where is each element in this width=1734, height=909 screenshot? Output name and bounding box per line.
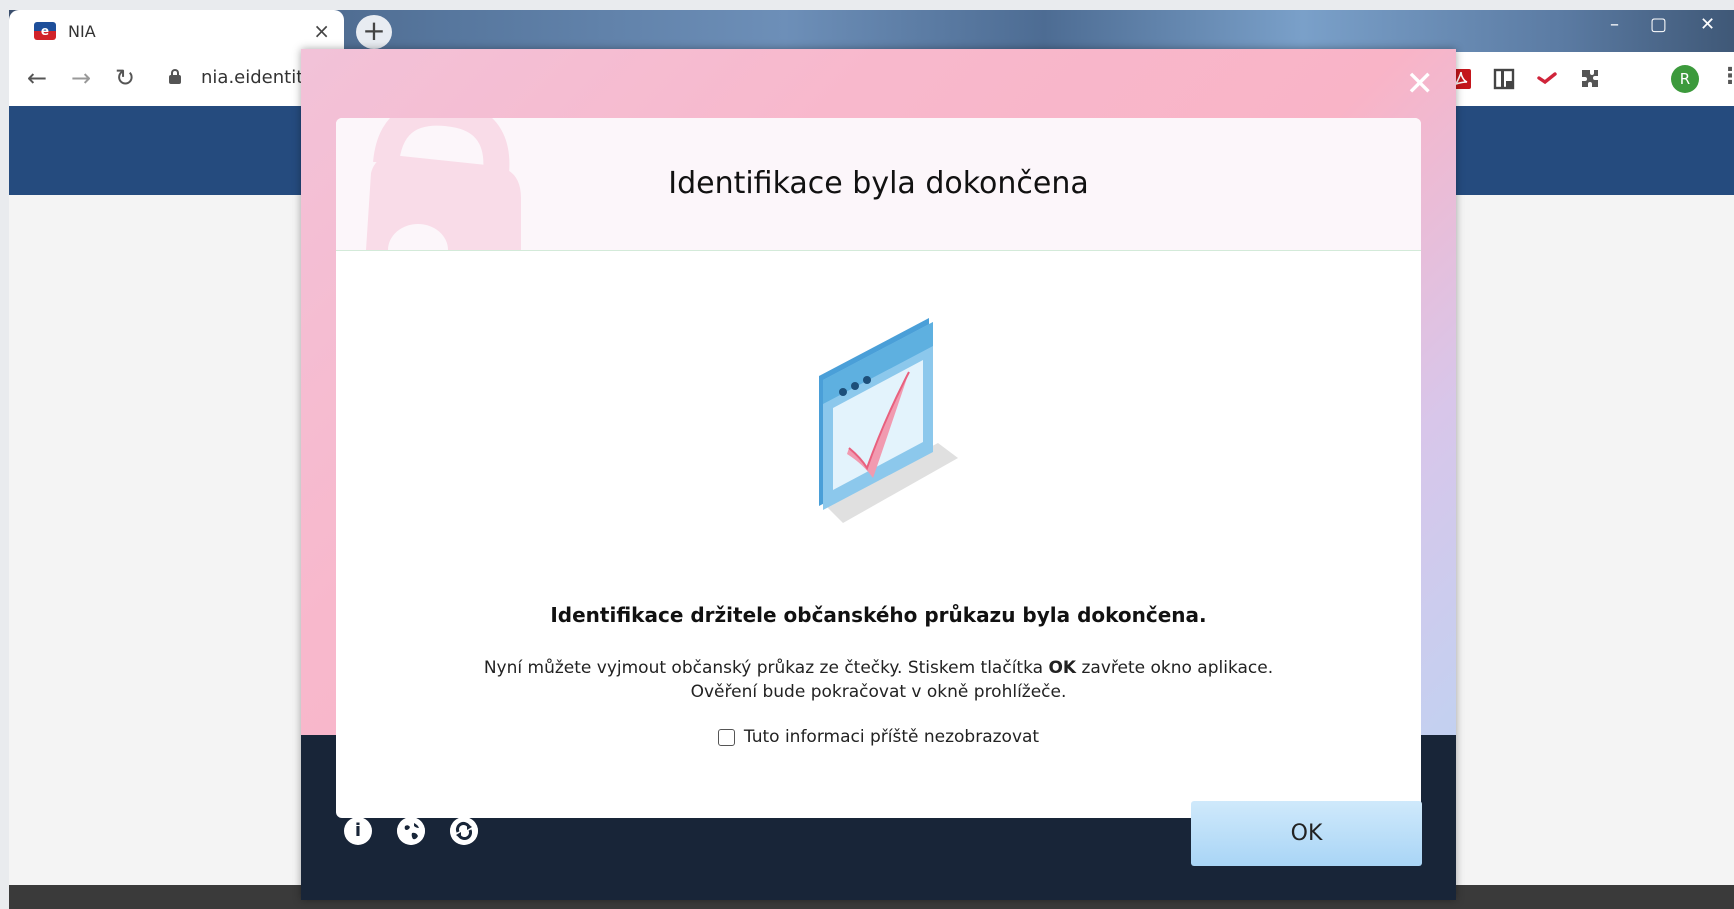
- dialog-header: Identifikace byla dokončena: [336, 118, 1421, 251]
- globe-icon[interactable]: [397, 817, 425, 845]
- forward-arrow-icon[interactable]: →: [71, 64, 91, 92]
- description-line-2: Ověření bude pokračovat v okně prohlížeč…: [690, 682, 1067, 702]
- browser-tab[interactable]: e NIA ×: [9, 10, 344, 52]
- info-icon[interactable]: i: [344, 817, 372, 845]
- dialog-close-icon[interactable]: ✕: [1406, 67, 1435, 101]
- dont-show-again-label[interactable]: Tuto informaci příště nezobrazovat: [744, 727, 1039, 747]
- lock-icon: [169, 69, 181, 84]
- dialog-title: Identifikace byla dokončena: [668, 166, 1089, 201]
- result-headline: Identifikace držitele občanského průkazu…: [550, 603, 1207, 627]
- back-arrow-icon[interactable]: ←: [27, 64, 47, 92]
- todoist-extension-icon[interactable]: [1535, 67, 1559, 91]
- minimize-button[interactable]: –: [1610, 14, 1619, 35]
- reload-icon[interactable]: ↻: [115, 64, 135, 92]
- new-tab-button[interactable]: +: [356, 15, 392, 49]
- success-checkmark-icon: [819, 318, 958, 523]
- nia-favicon-icon: e: [34, 22, 56, 40]
- tab-close-icon[interactable]: ×: [313, 19, 330, 43]
- ok-button[interactable]: OK: [1191, 801, 1422, 866]
- browser-menu-icon[interactable]: ⋮: [1719, 64, 1734, 89]
- close-window-button[interactable]: ✕: [1700, 14, 1715, 35]
- tab-title: NIA: [68, 21, 96, 41]
- identification-dialog: ✕ Identifikace byla dokončena Identifika…: [301, 49, 1456, 900]
- dialog-content-card: Identifikace byla dokončena Identifikace…: [336, 118, 1421, 818]
- refresh-icon[interactable]: [450, 817, 478, 845]
- dont-show-again-checkbox[interactable]: [717, 728, 735, 746]
- profile-avatar[interactable]: R: [1671, 65, 1699, 93]
- extensions-puzzle-icon[interactable]: [1578, 67, 1602, 91]
- description-line-1: Nyní můžete vyjmout občanský průkaz ze č…: [483, 658, 1274, 678]
- result-description: Nyní můžete vyjmout občanský průkaz ze č…: [336, 656, 1421, 704]
- maximize-button[interactable]: ▢: [1650, 14, 1667, 35]
- address-bar[interactable]: nia.eidentita: [201, 67, 314, 88]
- dont-show-again-row[interactable]: Tuto informaci příště nezobrazovat: [336, 727, 1421, 747]
- reader-extension-icon[interactable]: [1492, 67, 1516, 91]
